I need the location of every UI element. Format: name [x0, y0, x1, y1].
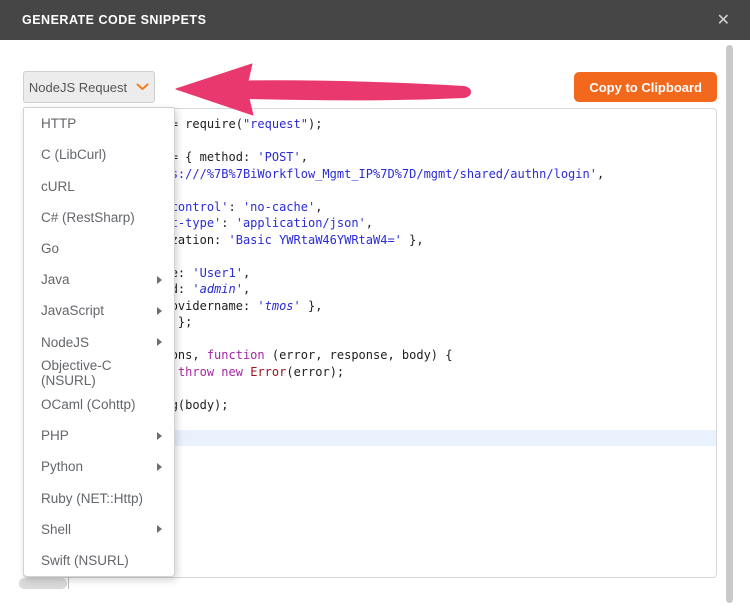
menu-item-label: Go	[41, 241, 59, 256]
chevron-right-icon	[157, 307, 162, 315]
panel-corner-divider	[68, 577, 69, 589]
dialog-title: GENERATE CODE SNIPPETS	[22, 13, 206, 27]
menu-item-swift-nsurl[interactable]: Swift (NSURL)	[24, 545, 174, 576]
chevron-right-icon	[157, 432, 162, 440]
menu-item-label: C (LibCurl)	[41, 147, 106, 162]
menu-item-label: PHP	[41, 428, 69, 443]
menu-item-label: OCaml (Cohttp)	[41, 397, 136, 412]
chevron-right-icon	[157, 525, 162, 533]
menu-item-go[interactable]: Go	[24, 233, 174, 264]
vertical-scrollbar-thumb[interactable]	[726, 45, 733, 603]
menu-item-python[interactable]: Python	[24, 451, 174, 482]
menu-item-php[interactable]: PHP	[24, 420, 174, 451]
menu-item-label: Java	[41, 272, 70, 287]
dialog-header: GENERATE CODE SNIPPETS ✕	[0, 0, 750, 40]
horizontal-scrollbar-thumb[interactable]	[19, 578, 67, 589]
menu-item-label: Swift (NSURL)	[41, 553, 129, 568]
menu-item-http[interactable]: HTTP	[24, 108, 174, 139]
menu-item-label: Ruby (NET::Http)	[41, 491, 143, 506]
menu-item-java[interactable]: Java	[24, 264, 174, 295]
menu-item-label: C# (RestSharp)	[41, 210, 135, 225]
menu-item-label: NodeJS	[41, 335, 89, 350]
language-dropdown-menu: HTTP C (LibCurl) cURL C# (RestSharp) Go Java J…	[23, 107, 175, 577]
language-selector-label: NodeJS Request	[29, 80, 127, 95]
menu-item-label: Python	[41, 459, 83, 474]
menu-item-c-restsharp[interactable]: C# (RestSharp)	[24, 202, 174, 233]
close-icon[interactable]: ✕	[711, 8, 736, 32]
menu-item-ocaml-cohttp[interactable]: OCaml (Cohttp)	[24, 389, 174, 420]
menu-item-objective-c-nsurl[interactable]: Objective-C (NSURL)	[24, 358, 174, 389]
menu-item-c-libcurl[interactable]: C (LibCurl)	[24, 139, 174, 170]
menu-item-label: cURL	[41, 179, 75, 194]
copy-to-clipboard-button[interactable]: Copy to Clipboard	[574, 72, 717, 102]
menu-item-label: HTTP	[41, 116, 76, 131]
menu-item-shell[interactable]: Shell	[24, 514, 174, 545]
chevron-down-icon	[136, 83, 149, 91]
chevron-right-icon	[157, 276, 162, 284]
menu-item-javascript[interactable]: JavaScript	[24, 295, 174, 326]
menu-item-nodejs[interactable]: NodeJS	[24, 326, 174, 357]
menu-item-ruby-net-http[interactable]: Ruby (NET::Http)	[24, 482, 174, 513]
menu-item-label: Objective-C (NSURL)	[41, 358, 162, 388]
menu-item-label: Shell	[41, 522, 71, 537]
chevron-right-icon	[157, 338, 162, 346]
language-selector-dropdown[interactable]: NodeJS Request	[23, 71, 155, 103]
menu-item-label: JavaScript	[41, 303, 104, 318]
menu-item-curl[interactable]: cURL	[24, 170, 174, 201]
chevron-right-icon	[157, 463, 162, 471]
